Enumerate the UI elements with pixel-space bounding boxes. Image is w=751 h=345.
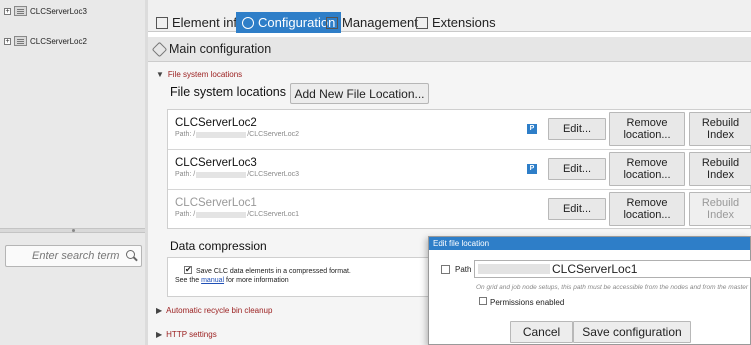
tab-label: Element info (172, 15, 245, 30)
redacted-block (478, 264, 550, 274)
location-name: CLCServerLoc1 (175, 197, 257, 209)
triangle-down-icon: ▼ (156, 70, 164, 79)
location-row: CLCServerLoc1 Path: / /CLCServerLoc1 Edit… (168, 190, 751, 230)
file-system-heading: File system locations (170, 85, 287, 99)
location-row: CLCServerLoc2 Path: / /CLCServerLoc2 P Ed… (168, 110, 751, 150)
add-file-location-button[interactable]: Add New File Location... (290, 83, 429, 104)
rebuild-index-button[interactable]: Rebuild Index (689, 112, 751, 146)
location-path: Path: / /CLCServerLoc1 (175, 211, 299, 218)
edit-button[interactable]: Edit... (548, 118, 606, 140)
rebuild-index-button[interactable]: Rebuild Index (689, 152, 751, 186)
search-icon[interactable] (126, 250, 135, 259)
edit-button[interactable]: Edit... (548, 158, 606, 180)
plugin-icon (416, 16, 428, 29)
path-prefix: Path: / (175, 131, 196, 138)
page-title: Main configuration (169, 42, 272, 56)
panel-splitter[interactable] (0, 228, 147, 233)
search-placeholder: Enter search term (32, 250, 120, 262)
location-list: CLCServerLoc2 Path: / /CLCServerLoc2 P Ed… (167, 109, 751, 229)
note-prefix: See the (175, 277, 200, 284)
triangle-right-icon: ▶ (156, 306, 163, 315)
path-prefix: Path: / (175, 211, 196, 218)
path-checkbox[interactable] (441, 265, 450, 274)
location-name: CLCServerLoc3 (175, 157, 257, 169)
edit-file-location-dialog: Edit file location Path CLCServerLoc1 On… (428, 236, 751, 345)
tree-item-clcserverloc3[interactable]: + CLCServerLoc3 (4, 4, 87, 18)
redacted-block (196, 131, 247, 138)
save-configuration-button[interactable]: Save configuration (573, 321, 691, 343)
rebuild-index-button[interactable]: Rebuild Index (689, 192, 751, 226)
wrench-icon (151, 41, 168, 57)
redacted-block (196, 211, 247, 218)
tree-item-label: CLCServerLoc2 (30, 36, 87, 46)
tab-bar: Element info Configuration Management Ex… (148, 0, 751, 33)
expand-icon[interactable]: + (4, 37, 11, 45)
path-label: Path (455, 265, 472, 274)
search-input[interactable]: Enter search term (5, 245, 142, 267)
remove-location-button[interactable]: Remove location... (609, 112, 685, 146)
location-path: Path: / /CLCServerLoc3 (175, 171, 299, 178)
path-value: CLCServerLoc1 (552, 262, 638, 276)
path-input[interactable]: CLCServerLoc1 (474, 260, 751, 278)
permissions-badge-icon: P (527, 164, 537, 174)
manual-note: See the manual for more information (175, 277, 289, 284)
toggle-label: File system locations (167, 70, 243, 79)
toggle-recycle-bin[interactable]: ▶ Automatic recycle bin cleanup (156, 306, 272, 315)
data-compression-box: ✔ Save CLC data elements in a compressed… (167, 257, 430, 297)
grip-icon (72, 229, 75, 232)
remove-location-button[interactable]: Remove location... (609, 192, 685, 226)
main-configuration-header: Main configuration (148, 37, 751, 62)
toggle-http-settings[interactable]: ▶ HTTP settings (156, 330, 217, 339)
path-prefix: Path: / (175, 171, 196, 178)
compression-label: Save CLC data elements in a compressed f… (196, 268, 351, 275)
data-compression-heading: Data compression (170, 239, 267, 253)
toggle-label: Automatic recycle bin cleanup (166, 306, 273, 315)
document-icon (156, 16, 168, 29)
triangle-right-icon: ▶ (156, 330, 163, 339)
server-icon (14, 6, 27, 16)
path-suffix: /CLCServerLoc3 (247, 171, 299, 178)
path-suffix: /CLCServerLoc1 (247, 211, 299, 218)
tab-extensions[interactable]: Extensions (410, 12, 502, 33)
compression-checkbox[interactable]: ✔ (184, 266, 192, 274)
gear-icon (242, 16, 254, 29)
tab-label: Management (342, 15, 418, 30)
location-path: Path: / /CLCServerLoc2 (175, 131, 299, 138)
tree-item-label: CLCServerLoc3 (30, 6, 87, 16)
management-icon (326, 16, 338, 29)
dialog-title: Edit file location (429, 237, 750, 250)
permissions-checkbox[interactable] (479, 297, 487, 305)
left-panel: + CLCServerLoc3 + CLCServerLoc2 Enter se… (0, 0, 147, 345)
path-hint: On grid and job node setups, this path m… (476, 284, 749, 291)
cancel-button[interactable]: Cancel (510, 321, 573, 343)
tree-item-clcserverloc2[interactable]: + CLCServerLoc2 (4, 34, 87, 48)
redacted-block (196, 171, 247, 178)
expand-icon[interactable]: + (4, 7, 11, 15)
remove-location-button[interactable]: Remove location... (609, 152, 685, 186)
edit-button[interactable]: Edit... (548, 198, 606, 220)
manual-link[interactable]: manual (201, 277, 224, 284)
server-icon (14, 36, 27, 46)
location-name: CLCServerLoc2 (175, 117, 257, 129)
toggle-file-system-locations[interactable]: ▼ File system locations (156, 70, 242, 79)
path-suffix: /CLCServerLoc2 (247, 131, 299, 138)
tab-label: Extensions (432, 15, 496, 30)
toggle-label: HTTP settings (166, 330, 217, 339)
location-row: CLCServerLoc3 Path: / /CLCServerLoc3 P Ed… (168, 150, 751, 190)
permissions-badge-icon: P (527, 124, 537, 134)
permissions-label: Permissions enabled (490, 298, 565, 307)
tab-management[interactable]: Management (320, 12, 424, 33)
note-suffix: for more information (226, 277, 289, 284)
